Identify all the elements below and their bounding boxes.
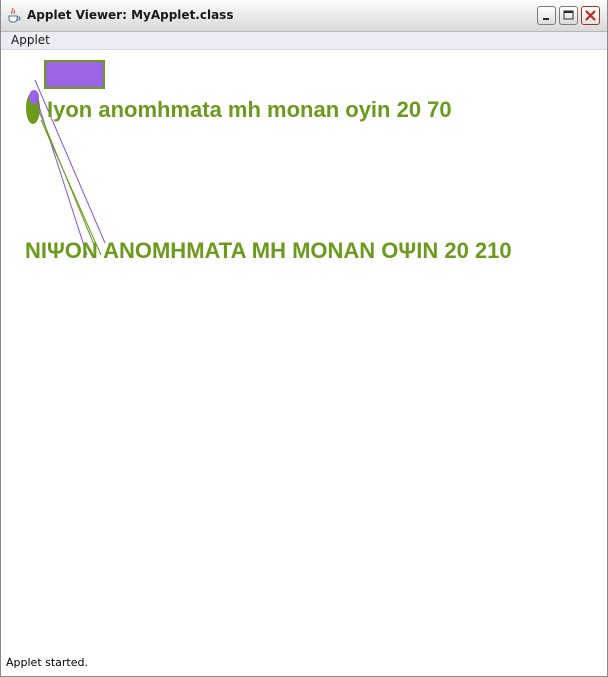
maximize-button[interactable] <box>559 6 578 25</box>
applet-viewer-window: Applet Viewer: MyApplet.class Applet Iyo… <box>0 0 608 677</box>
menu-applet[interactable]: Applet <box>11 33 50 47</box>
drawn-text-lowercase: Iyon anomhmata mh monan oyin 20 70 <box>47 97 452 122</box>
title-bar[interactable]: Applet Viewer: MyApplet.class <box>1 0 607 32</box>
status-bar: Applet started. <box>1 655 607 676</box>
maximize-icon <box>563 10 574 20</box>
drawn-text-uppercase: NIΨON ANOMHMATA MH MONAN OΨIN 20 210 <box>25 238 512 263</box>
window-title: Applet Viewer: MyApplet.class <box>27 8 234 22</box>
minimize-icon <box>543 18 549 20</box>
drawn-line-green-2 <box>40 119 102 256</box>
close-icon <box>585 10 596 21</box>
menu-bar: Applet <box>1 32 607 50</box>
close-button[interactable] <box>581 6 600 25</box>
applet-drawing <box>26 60 106 256</box>
applet-canvas: Iyon anomhmata mh monan oyin 20 70 NIΨON… <box>1 50 607 655</box>
status-text: Applet started. <box>6 656 88 669</box>
drawn-rectangle <box>44 60 105 89</box>
minimize-button[interactable] <box>537 6 556 25</box>
java-cup-icon <box>7 7 21 23</box>
